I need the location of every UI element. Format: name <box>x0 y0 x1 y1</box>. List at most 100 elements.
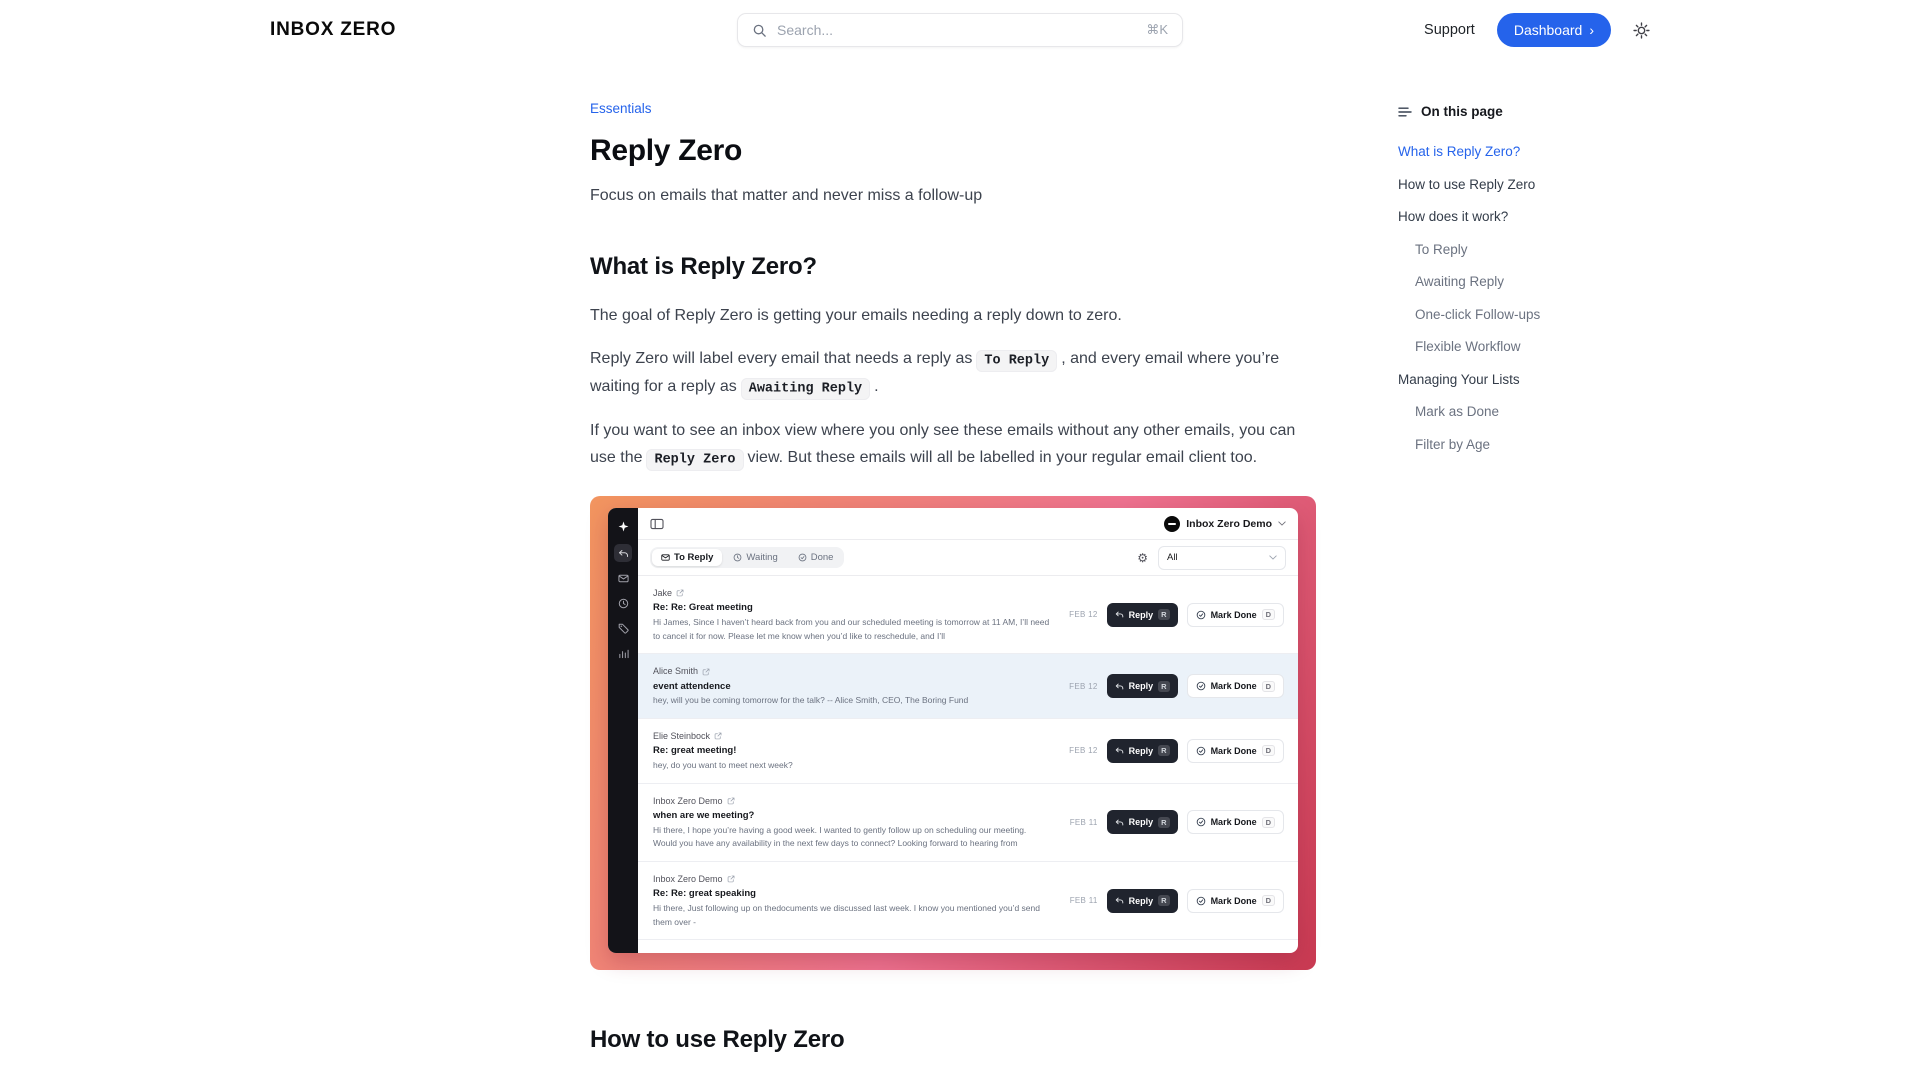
page: INBOX ZERO Search... ⌘K Support Dashboar… <box>0 0 1920 1080</box>
on-this-page-nav: On this page What is Reply Zero? How to u… <box>1398 104 1680 470</box>
section-heading-how-to-use: How to use Reply Zero <box>590 1024 1316 1055</box>
demo-email-snippet: Hi there, Just following up on thedocume… <box>653 902 1052 929</box>
check-circle-icon <box>1196 817 1206 827</box>
demo-app-window: Inbox Zero Demo To ReplyWaitingDone ⚙ Al… <box>608 508 1298 953</box>
toc-item-how-does-it-work-[interactable]: How does it work? <box>1398 210 1680 224</box>
demo-email-date: FEB 12 <box>1068 746 1098 755</box>
demo-reply-button: Reply R <box>1107 889 1178 913</box>
toc-item-mark-as-done[interactable]: Mark as Done <box>1398 405 1680 419</box>
reply-arrow-icon <box>1115 818 1124 827</box>
mail-icon <box>614 569 632 587</box>
reply-arrow-icon <box>1115 746 1124 755</box>
external-link-icon <box>727 875 735 883</box>
clock-icon <box>614 594 632 612</box>
demo-mark-done-button: Mark Done D <box>1187 889 1284 913</box>
demo-email-sender: Elie Steinbock <box>653 729 710 743</box>
chevron-down-icon <box>1269 555 1277 560</box>
site-header: INBOX ZERO Search... ⌘K Support Dashboar… <box>0 0 1920 60</box>
search-icon <box>752 23 767 38</box>
keyboard-shortcut-badge: D <box>1262 745 1275 756</box>
paragraph: If you want to see an inbox view where y… <box>590 417 1316 472</box>
toc-item-managing-your-lists[interactable]: Managing Your Lists <box>1398 373 1680 387</box>
toc-item-what-is-reply-zero-[interactable]: What is Reply Zero? <box>1398 145 1680 159</box>
demo-reply-button: Reply R <box>1107 603 1178 627</box>
check-circle-icon <box>1196 896 1206 906</box>
demo-email-date: FEB 11 <box>1068 896 1098 905</box>
article: Essentials Reply Zero Focus on emails th… <box>590 100 1316 1055</box>
demo-email-row: Jake Re: Re: Great meeting Hi James, Sin… <box>638 576 1298 654</box>
demo-reply-button: Reply R <box>1107 674 1178 698</box>
toc-list: What is Reply Zero? How to use Reply Zero… <box>1398 145 1680 451</box>
logo[interactable]: INBOX ZERO <box>270 19 396 41</box>
toc-header: On this page <box>1398 104 1680 119</box>
inline-code-awaiting-reply: Awaiting Reply <box>741 378 870 400</box>
paragraph: The goal of Reply Zero is getting your e… <box>590 302 1316 329</box>
demo-email-subject: when are we meeting? <box>653 808 1052 824</box>
demo-email-sender: Jake <box>653 586 672 600</box>
toc-item-filter-by-age[interactable]: Filter by Age <box>1398 438 1680 452</box>
demo-mark-done-button: Mark Done D <box>1187 603 1284 627</box>
demo-mark-done-button: Mark Done D <box>1187 739 1284 763</box>
theme-toggle-button[interactable] <box>1633 22 1650 39</box>
support-link[interactable]: Support <box>1424 22 1475 38</box>
dashboard-button[interactable]: Dashboard › <box>1497 13 1611 47</box>
demo-topbar: Inbox Zero Demo <box>638 508 1298 540</box>
sun-icon <box>1633 22 1650 39</box>
page-subtitle: Focus on emails that matter and never mi… <box>590 182 1316 209</box>
demo-tab-to-reply: To Reply <box>652 549 722 566</box>
tag-icon <box>614 619 632 637</box>
demo-reply-button: Reply R <box>1107 810 1178 834</box>
reply-arrow-icon <box>1115 610 1124 619</box>
demo-email-sender: Inbox Zero Demo <box>653 794 723 808</box>
toc-item-awaiting-reply[interactable]: Awaiting Reply <box>1398 275 1680 289</box>
reply-icon <box>614 544 632 562</box>
toc-item-how-to-use-reply-zero[interactable]: How to use Reply Zero <box>1398 178 1680 192</box>
keyboard-shortcut-badge: R <box>1158 681 1169 692</box>
chevron-right-icon: › <box>1589 22 1594 38</box>
keyboard-shortcut-badge: R <box>1158 745 1169 756</box>
demo-email-subject: Re: great meeting! <box>653 743 1052 759</box>
chevron-down-icon <box>1278 521 1286 526</box>
keyboard-shortcut-badge: R <box>1158 609 1169 620</box>
demo-email-subject: Re: Re: Great meeting <box>653 600 1052 616</box>
inline-code-reply-zero: Reply Zero <box>646 449 743 471</box>
external-link-icon <box>727 797 735 805</box>
external-link-icon <box>702 668 710 676</box>
demo-email-row: Alice Smith event attendence hey, will y… <box>638 654 1298 719</box>
demo-filter-value: All <box>1167 552 1178 563</box>
toc-item-flexible-workflow[interactable]: Flexible Workflow <box>1398 340 1680 354</box>
demo-workspace-switcher: Inbox Zero Demo <box>1164 516 1286 532</box>
list-lines-icon <box>1398 106 1412 118</box>
inline-code-to-reply: To Reply <box>976 350 1057 372</box>
avatar <box>1164 516 1180 532</box>
demo-email-date: FEB 12 <box>1068 682 1098 691</box>
chart-icon <box>614 644 632 662</box>
keyboard-shortcut-badge: D <box>1262 817 1275 828</box>
search-input[interactable]: Search... ⌘K <box>737 13 1183 47</box>
keyboard-shortcut-badge: D <box>1262 681 1275 692</box>
demo-email-snippet: Hi there, I hope you’re having a good we… <box>653 824 1052 851</box>
demo-email-row: Inbox Zero Demo when are we meeting? Hi … <box>638 784 1298 862</box>
demo-email-row: Inbox Zero Demo Re: Re: great speaking H… <box>638 862 1298 940</box>
reply-zero-screenshot: Inbox Zero Demo To ReplyWaitingDone ⚙ Al… <box>590 496 1316 970</box>
breadcrumb-category[interactable]: Essentials <box>590 101 652 116</box>
demo-email-snippet: hey, will you be coming tomorrow for the… <box>653 694 1052 708</box>
demo-email-sender: Alice Smith <box>653 664 698 678</box>
demo-tab-waiting: Waiting <box>724 549 786 566</box>
reply-arrow-icon <box>1115 682 1124 691</box>
demo-email-subject: event attendence <box>653 679 1052 695</box>
demo-app-rail <box>608 508 638 953</box>
sparkle-logo-icon <box>614 517 632 535</box>
toc-item-to-reply[interactable]: To Reply <box>1398 243 1680 257</box>
demo-email-list: Jake Re: Re: Great meeting Hi James, Sin… <box>638 576 1298 953</box>
demo-email-date: FEB 11 <box>1068 818 1098 827</box>
toc-item-one-click-follow-ups[interactable]: One-click Follow-ups <box>1398 308 1680 322</box>
page-title: Reply Zero <box>590 132 1316 170</box>
external-link-icon <box>676 589 684 597</box>
demo-email-row: Elie Steinbock Re: great meeting! hey, d… <box>638 719 1298 784</box>
section-heading-what-is-reply-zero: What is Reply Zero? <box>590 251 1316 282</box>
check-circle-icon <box>1196 681 1206 691</box>
demo-email-date: FEB 12 <box>1068 610 1098 619</box>
demo-email-snippet: hey, do you want to meet next week? <box>653 759 1052 773</box>
keyboard-shortcut-badge: D <box>1262 609 1275 620</box>
